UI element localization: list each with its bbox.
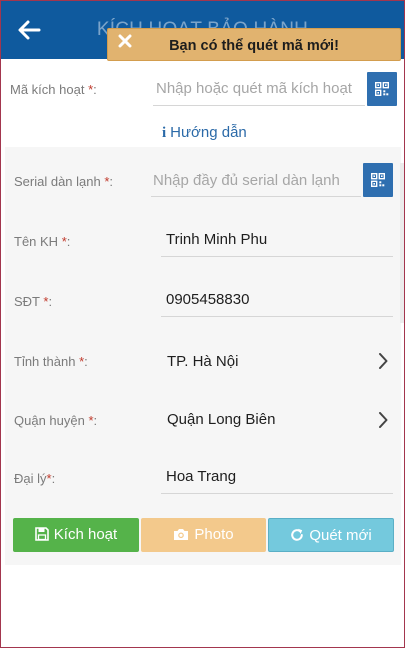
rescan-button[interactable]: Quét mới xyxy=(268,518,394,552)
serial-label: Serial dàn lạnh *: xyxy=(14,174,113,189)
save-icon xyxy=(34,527,49,541)
customer-name-value: Trinh Minh Phu xyxy=(166,231,268,248)
label-colon: : xyxy=(66,234,71,249)
guide-link[interactable]: i Hướng dẫn xyxy=(162,124,247,142)
toast-message: Bạn có thể quét mã mới! xyxy=(169,38,339,54)
activate-button-label: Kích hoạt xyxy=(53,526,118,543)
activation-code-label: Mã kích hoạt *: xyxy=(10,82,97,97)
activation-code-input[interactable]: Nhập hoặc quét mã kích hoạt xyxy=(153,72,365,106)
province-select[interactable]: TP. Hà Nội xyxy=(167,353,238,370)
app-screen: KÍCH HOẠT BẢO HÀNH Bạn có thể quét mã mớ… xyxy=(0,0,405,648)
scroll-indicator[interactable] xyxy=(400,163,404,323)
rescan-button-label: Quét mới xyxy=(309,527,372,544)
qr-code-icon xyxy=(371,173,385,187)
label-colon: : xyxy=(109,174,114,189)
label-colon: : xyxy=(84,354,88,369)
activation-code-label-text: Mã kích hoạt xyxy=(10,82,85,97)
camera-icon xyxy=(174,529,189,540)
chevron-right-icon[interactable] xyxy=(378,353,388,369)
scan-serial-button[interactable] xyxy=(363,163,393,197)
district-label: Quận huyện *: xyxy=(14,413,97,428)
photo-button-label: Photo xyxy=(194,526,234,543)
guide-link-label: Hướng dẫn xyxy=(170,124,247,141)
info-icon: i xyxy=(162,125,167,141)
phone-label-text: SĐT xyxy=(14,294,40,309)
customer-name-field[interactable]: Trinh Minh Phu xyxy=(161,223,393,257)
serial-label-text: Serial dàn lạnh xyxy=(14,174,101,189)
dealer-label-text: Đại lý xyxy=(14,471,47,486)
scan-activation-code-button[interactable] xyxy=(367,72,397,106)
phone-value: 0905458830 xyxy=(166,291,250,308)
label-colon: : xyxy=(93,413,98,428)
customer-name-label-text: Tên KH xyxy=(14,234,59,249)
label-colon: : xyxy=(48,294,53,309)
serial-input[interactable]: Nhập đầy đủ serial dàn lạnh xyxy=(151,163,361,197)
label-colon: : xyxy=(93,82,97,97)
activation-code-placeholder: Nhập hoặc quét mã kích hoạt xyxy=(156,80,352,97)
phone-field[interactable]: 0905458830 xyxy=(161,283,393,317)
phone-label: SĐT *: xyxy=(14,294,52,309)
activate-button[interactable]: Kích hoạt xyxy=(13,518,139,552)
dealer-label: Đại lý*: xyxy=(14,471,55,486)
qr-code-icon xyxy=(375,82,389,96)
district-select[interactable]: Quận Long Biên xyxy=(167,411,275,428)
refresh-icon xyxy=(291,528,304,541)
serial-placeholder: Nhập đầy đủ serial dàn lạnh xyxy=(153,172,340,189)
district-label-text: Quận huyện xyxy=(14,413,85,428)
province-label: Tỉnh thành *: xyxy=(14,354,88,369)
dealer-value: Hoa Trang xyxy=(166,468,237,485)
toast-notification: Bạn có thể quét mã mới! xyxy=(107,28,401,61)
province-label-text: Tỉnh thành xyxy=(14,354,76,369)
chevron-right-icon[interactable] xyxy=(378,412,388,428)
photo-button[interactable]: Photo xyxy=(141,518,266,552)
customer-name-label: Tên KH *: xyxy=(14,234,70,249)
label-colon: : xyxy=(51,471,56,486)
dealer-field[interactable]: Hoa Trang xyxy=(161,460,393,494)
